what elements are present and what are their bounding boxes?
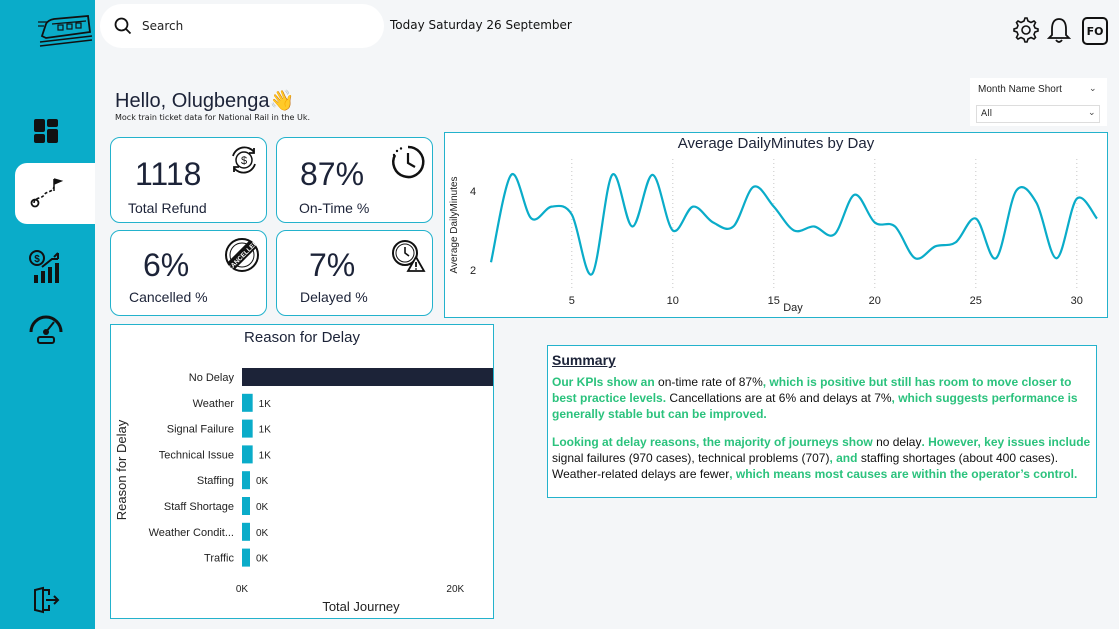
svg-text:$: $ <box>241 155 247 167</box>
kpi-total-refund: 1118 Total Refund $ <box>110 137 267 223</box>
sidebar: $ <box>0 0 95 629</box>
collapse-chevron-icon[interactable]: ⌄ <box>1089 84 1097 94</box>
category-label: Traffic <box>204 553 234 565</box>
chevron-down-icon: ⌄ <box>1088 108 1096 118</box>
search-box[interactable] <box>100 4 384 48</box>
kpi-on-time: 87% On-Time % <box>276 137 433 223</box>
y-axis-label: Reason for Delay <box>114 419 129 520</box>
kpi-label: Delayed % <box>300 289 368 305</box>
dashboard-icon[interactable] <box>26 111 66 151</box>
bar[interactable] <box>242 548 250 567</box>
summary-segment: . However, key issues include <box>921 435 1091 449</box>
filter-label: Month Name Short <box>978 84 1062 95</box>
summary-segment: no delay <box>876 435 922 449</box>
x-tick-label: 20 <box>869 295 881 307</box>
line-chart: 5 10 15 20 25 30 2 4 Day Average DailyMinutes <box>449 159 1098 314</box>
page-subtitle: Mock train ticket data for National Rail… <box>115 113 311 122</box>
bar-chart-panel: Reason for Delay No Delay27KWeather1KSig… <box>110 324 494 619</box>
y-axis-label: Average DailyMinutes <box>449 176 460 273</box>
cancelled-stamp-icon: CANCELLED <box>225 238 260 273</box>
summary-segment: , and <box>829 451 861 465</box>
kpi-label: Cancelled % <box>129 289 208 305</box>
line-chart-panel: Average DailyMinutes by Day 5 10 15 20 25 30 2… <box>444 132 1108 318</box>
x-tick-label: 0K <box>236 584 249 595</box>
bar[interactable] <box>242 522 250 541</box>
refund-icon: $ <box>232 146 256 174</box>
summary-segment: Cancellations are at 6% and delays at 7% <box>666 391 892 405</box>
current-date: Today Saturday 26 September <box>390 18 572 32</box>
data-label: 1K <box>259 399 272 410</box>
bar[interactable] <box>242 497 250 515</box>
svg-text:$: $ <box>34 254 40 265</box>
bell-icon[interactable] <box>1047 16 1071 44</box>
month-filter[interactable]: Month Name Short ⌄ All ⌄ <box>970 78 1107 126</box>
kpi-value: 87% <box>300 156 365 192</box>
data-label: 0K <box>256 528 269 539</box>
kpi-value: 6% <box>143 247 190 283</box>
bar-chart: No Delay27KWeather1KSignal Failure1KTech… <box>114 368 493 614</box>
data-label: 0K <box>256 476 269 487</box>
summary-segment: Looking at delay reasons, the majority o… <box>552 435 877 449</box>
category-label: Staffing <box>197 475 234 487</box>
delay-alert-icon <box>392 240 426 272</box>
route-icon[interactable] <box>26 173 66 213</box>
bar[interactable] <box>242 445 253 464</box>
summary-segment: Our KPIs show an <box>552 375 659 389</box>
month-select[interactable]: All ⌄ <box>976 105 1100 123</box>
x-tick-label: 20K <box>446 584 464 595</box>
page-title: Hello, Olugbenga👋 <box>115 90 295 112</box>
performance-gauge-icon[interactable] <box>26 308 66 348</box>
data-label: 0K <box>256 554 269 565</box>
kpi-value: 1118 <box>135 156 202 192</box>
bar[interactable] <box>242 419 253 438</box>
summary-paragraph-1: Our KPIs show an on-time rate of 87%, wh… <box>552 374 1092 422</box>
x-tick-label: 25 <box>970 295 982 307</box>
search-icon <box>114 17 132 35</box>
clock-icon <box>392 145 425 179</box>
gear-icon[interactable] <box>1012 16 1040 44</box>
x-axis-label: Total Journey <box>322 599 400 614</box>
summary-paragraph-2: Looking at delay reasons, the majority o… <box>552 434 1092 482</box>
summary-segment: signal failures (970 cases), technical p… <box>552 451 830 465</box>
kpi-value: 7% <box>309 247 356 283</box>
category-label: Staff Shortage <box>164 501 234 513</box>
kpi-label: On-Time % <box>299 200 370 216</box>
data-label: 1K <box>259 425 272 436</box>
y-tick-label: 4 <box>470 186 476 198</box>
series-line <box>489 173 1098 276</box>
revenue-chart-icon[interactable]: $ <box>26 247 66 287</box>
kpi-cancelled: 6% Cancelled % CANCELLED <box>110 230 267 316</box>
category-label: Weather <box>193 398 235 410</box>
category-label: Technical Issue <box>159 449 234 461</box>
data-label: 0K <box>256 502 269 513</box>
logout-icon[interactable] <box>26 580 66 620</box>
x-tick-label: 30 <box>1071 295 1083 307</box>
train-logo-icon <box>38 15 93 47</box>
bar[interactable] <box>242 471 250 490</box>
data-label: 1K <box>259 450 272 461</box>
bar[interactable] <box>242 368 493 386</box>
category-label: No Delay <box>189 372 235 384</box>
kpi-label: Total Refund <box>128 200 207 216</box>
kpi-delayed: 7% Delayed % <box>276 230 433 316</box>
search-input[interactable] <box>142 19 342 33</box>
y-tick-label: 2 <box>470 265 476 277</box>
waving-hand-icon: 👋 <box>269 90 295 112</box>
summary-panel: Summary Our KPIs show an on-time rate of… <box>547 345 1097 498</box>
x-tick-label: 15 <box>768 295 780 307</box>
category-label: Weather Condit... <box>149 527 234 539</box>
x-tick-label: 10 <box>667 295 679 307</box>
x-axis-label: Day <box>783 302 803 314</box>
top-bar: Today Saturday 26 September FO <box>95 0 1119 52</box>
x-tick-label: 5 <box>569 295 575 307</box>
avatar[interactable]: FO <box>1082 17 1108 45</box>
summary-segment: , which means most causes are within the… <box>729 467 1078 481</box>
category-label: Signal Failure <box>167 424 234 436</box>
summary-heading: Summary <box>552 352 616 368</box>
bar[interactable] <box>242 393 253 412</box>
summary-segment: on-time rate of 87% <box>658 375 763 389</box>
